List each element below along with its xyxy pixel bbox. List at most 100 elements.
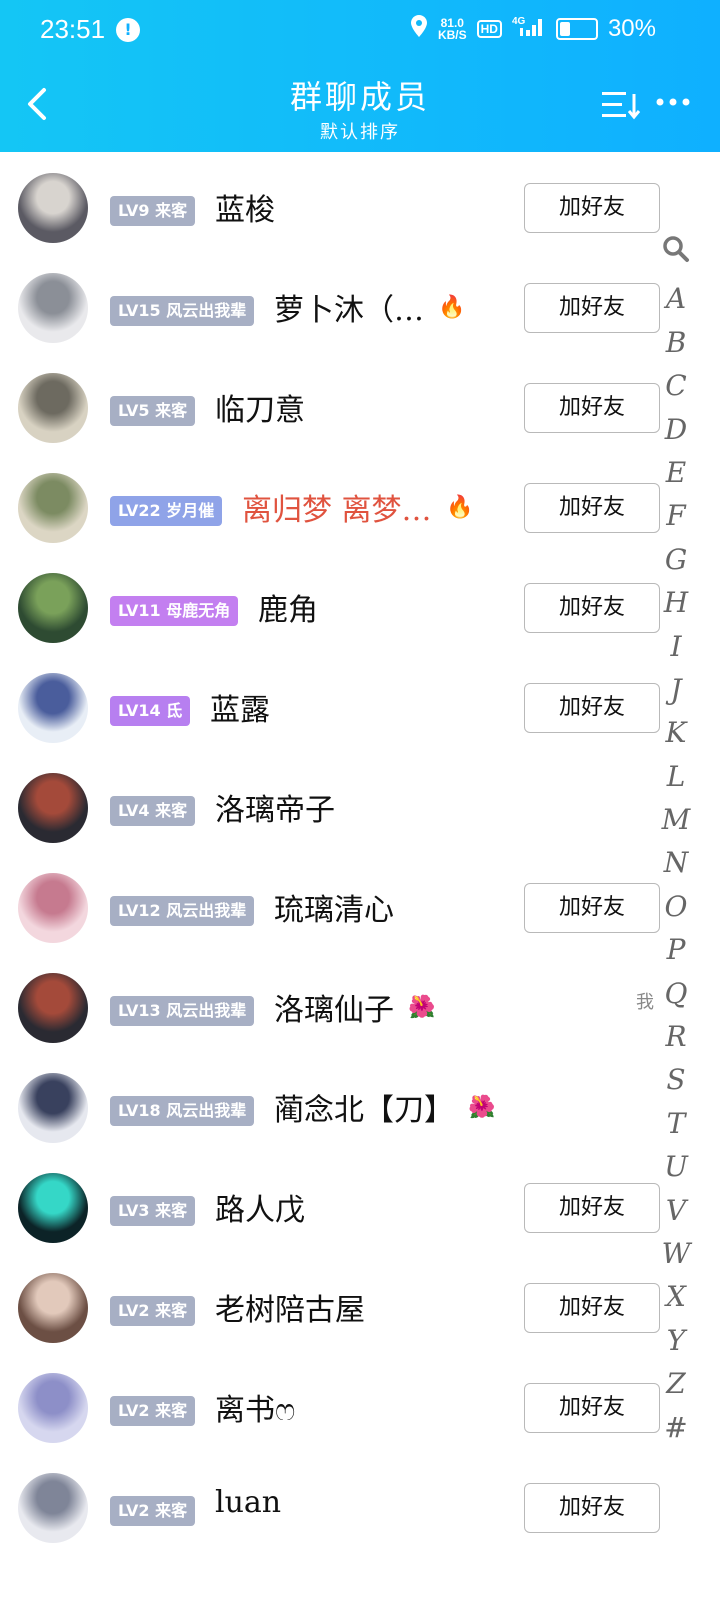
title-bar: 群聊成员 默认排序 bbox=[0, 64, 720, 152]
index-letter[interactable]: N bbox=[654, 841, 698, 884]
add-friend-button[interactable]: 加好友 bbox=[524, 483, 660, 533]
index-letter[interactable]: P bbox=[654, 928, 698, 971]
avatar[interactable] bbox=[18, 1073, 88, 1143]
hd-icon: HD bbox=[476, 19, 502, 38]
me-label: 我 bbox=[636, 992, 654, 1013]
member-name: 琉璃清心 bbox=[274, 893, 394, 928]
battery-icon bbox=[555, 17, 598, 40]
add-friend-button[interactable]: 加好友 bbox=[524, 1483, 660, 1533]
level-badge: LV11 母鹿无角 bbox=[110, 596, 239, 626]
index-letter[interactable]: T bbox=[654, 1102, 698, 1145]
member-name: 蓝梭 bbox=[215, 193, 275, 228]
index-letter[interactable]: # bbox=[654, 1406, 698, 1449]
level-badge: LV15 风云出我辈 bbox=[110, 296, 255, 326]
level-badge: LV22 岁月催 bbox=[110, 496, 223, 526]
level-badge: LV18 风云出我辈 bbox=[110, 1096, 255, 1126]
avatar[interactable] bbox=[18, 273, 88, 343]
member-name: 离书ෆ bbox=[215, 1393, 296, 1428]
member-name: 路人戊 bbox=[215, 1193, 305, 1228]
index-letter[interactable]: G bbox=[654, 538, 698, 581]
index-letter[interactable]: K bbox=[654, 711, 698, 754]
index-letter[interactable]: I bbox=[654, 625, 698, 668]
member-name: 离归梦 离梦… bbox=[242, 493, 432, 528]
member-row[interactable]: LV3 来客 路人戊 加好友 bbox=[0, 1157, 720, 1257]
member-row[interactable]: LV14 氐蓝露 加好友 bbox=[0, 657, 720, 757]
level-badge: LV5 来客 bbox=[110, 396, 196, 426]
sort-icon[interactable] bbox=[602, 90, 642, 128]
member-row[interactable]: LV2 来客 老树陪古屋 加好友 bbox=[0, 1257, 720, 1357]
avatar[interactable] bbox=[18, 573, 88, 643]
status-time: 23:51 bbox=[40, 14, 106, 44]
add-friend-button[interactable]: 加好友 bbox=[524, 1383, 660, 1433]
member-row[interactable]: LV4 来客 洛璃帝子 bbox=[0, 757, 720, 857]
member-name: 鹿角 bbox=[258, 593, 318, 628]
avatar[interactable] bbox=[18, 773, 88, 843]
index-letter[interactable]: M bbox=[654, 798, 698, 841]
member-row[interactable]: LV9 来客 蓝梭 加好友 bbox=[0, 157, 720, 257]
member-row[interactable]: LV2 来客 离书ෆ 加好友 bbox=[0, 1357, 720, 1457]
signal-icon: 4G bbox=[512, 14, 546, 43]
avatar[interactable] bbox=[18, 1473, 88, 1543]
member-row[interactable]: LV13 风云出我辈 洛璃仙子 🌺 bbox=[0, 957, 720, 1057]
add-friend-button[interactable]: 加好友 bbox=[524, 1183, 660, 1233]
add-friend-button[interactable]: 加好友 bbox=[524, 883, 660, 933]
search-icon[interactable] bbox=[654, 234, 698, 277]
index-letter[interactable]: S bbox=[654, 1058, 698, 1101]
index-letter[interactable]: Q bbox=[654, 972, 698, 1015]
member-row[interactable]: LV2 来客 luan 加好友 bbox=[0, 1457, 720, 1557]
avatar[interactable] bbox=[18, 673, 88, 743]
svg-text:4G: 4G bbox=[512, 16, 526, 27]
avatar[interactable] bbox=[18, 1273, 88, 1343]
index-letter[interactable]: L bbox=[654, 755, 698, 798]
member-row[interactable]: LV18 风云出我辈 蔺念北【刀】 🌺 bbox=[0, 1057, 720, 1157]
location-icon bbox=[410, 14, 428, 43]
index-letter[interactable]: W bbox=[654, 1232, 698, 1275]
avatar[interactable] bbox=[18, 1373, 88, 1443]
level-badge: LV2 来客 bbox=[110, 1296, 196, 1326]
battery-percent: 30% bbox=[607, 14, 656, 42]
add-friend-button[interactable]: 加好友 bbox=[524, 583, 660, 633]
alphabet-index[interactable]: A B C D E F G H I J K L M N O P Q R S T U V W X Y Z # bbox=[654, 234, 698, 1449]
add-friend-button[interactable]: 加好友 bbox=[524, 683, 660, 733]
index-letter[interactable]: E bbox=[654, 451, 698, 494]
member-name: 蔺念北【刀】 bbox=[274, 1093, 454, 1128]
add-friend-button[interactable]: 加好友 bbox=[524, 183, 660, 233]
member-name: 洛璃帝子 bbox=[215, 793, 335, 828]
add-friend-button[interactable]: 加好友 bbox=[524, 283, 660, 333]
net-speed-unit: KB/S bbox=[437, 27, 467, 42]
add-friend-button[interactable]: 加好友 bbox=[524, 1283, 660, 1333]
index-letter[interactable]: V bbox=[654, 1189, 698, 1232]
member-row[interactable]: LV12 风云出我辈 琉璃清心 加好友 bbox=[0, 857, 720, 957]
level-badge: LV4 来客 bbox=[110, 796, 196, 826]
more-icon[interactable] bbox=[656, 82, 690, 130]
index-letter[interactable]: F bbox=[654, 494, 698, 537]
index-letter[interactable]: A bbox=[654, 277, 698, 320]
level-badge: LV14 氐 bbox=[110, 696, 191, 726]
avatar[interactable] bbox=[18, 373, 88, 443]
index-letter[interactable]: H bbox=[654, 581, 698, 624]
index-letter[interactable]: Y bbox=[654, 1319, 698, 1362]
index-letter[interactable]: J bbox=[654, 668, 698, 711]
index-letter[interactable]: O bbox=[654, 885, 698, 928]
avatar[interactable] bbox=[18, 973, 88, 1043]
index-letter[interactable]: D bbox=[654, 408, 698, 451]
index-letter[interactable]: X bbox=[654, 1275, 698, 1318]
index-letter[interactable]: Z bbox=[654, 1362, 698, 1405]
index-letter[interactable]: C bbox=[654, 364, 698, 407]
avatar[interactable] bbox=[18, 873, 88, 943]
member-name: 萝卜沐（… bbox=[274, 293, 424, 328]
member-row[interactable]: LV11 母鹿无角 鹿角 加好友 bbox=[0, 557, 720, 657]
index-letter[interactable]: B bbox=[654, 321, 698, 364]
member-row[interactable]: LV15 风云出我辈 萝卜沐（… 🔥 加好友 bbox=[0, 257, 720, 357]
member-row[interactable]: LV5 来客 临刀意 加好友 bbox=[0, 357, 720, 457]
avatar[interactable] bbox=[18, 473, 88, 543]
index-letter[interactable]: U bbox=[654, 1145, 698, 1188]
avatar[interactable] bbox=[18, 173, 88, 243]
avatar[interactable] bbox=[18, 1173, 88, 1243]
net-speed-value: 81.0 bbox=[440, 15, 464, 30]
add-friend-button[interactable]: 加好友 bbox=[524, 383, 660, 433]
index-letter[interactable]: R bbox=[654, 1015, 698, 1058]
battery-fill bbox=[559, 21, 570, 36]
level-badge: LV12 风云出我辈 bbox=[110, 896, 255, 926]
member-row[interactable]: LV22 岁月催 离归梦 离梦… 🔥 加好友 bbox=[0, 457, 720, 557]
